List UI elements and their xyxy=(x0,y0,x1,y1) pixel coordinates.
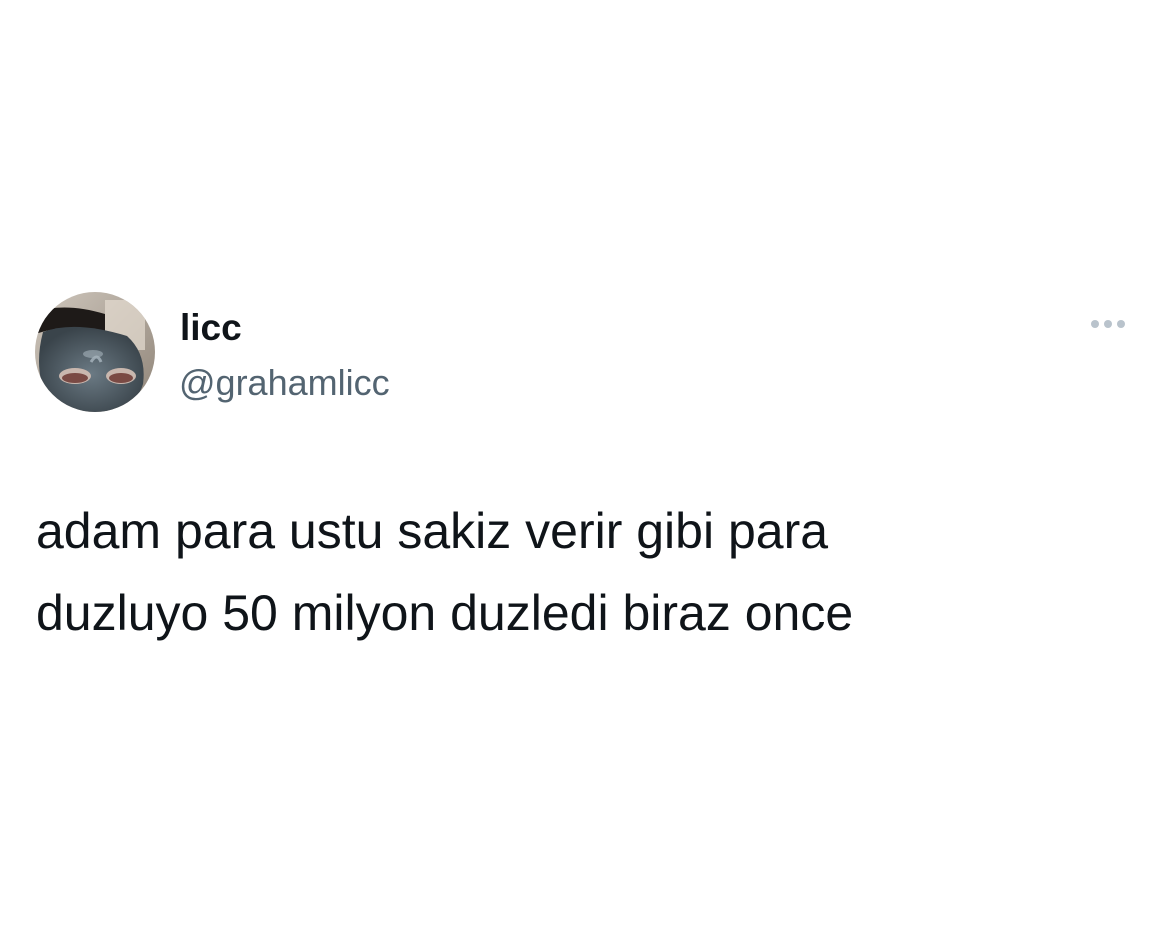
profile-photo-icon xyxy=(35,292,155,412)
more-horizontal-icon xyxy=(1117,320,1125,328)
more-options-button[interactable] xyxy=(1082,308,1134,340)
more-horizontal-icon xyxy=(1104,320,1112,328)
display-name[interactable]: licc xyxy=(180,306,242,350)
more-horizontal-icon xyxy=(1091,320,1099,328)
avatar[interactable] xyxy=(35,292,155,412)
tweet-text: adam para ustu sakiz verir gibi para duz… xyxy=(36,503,854,641)
user-handle[interactable]: @grahamlicc xyxy=(179,361,390,405)
tweet-card: licc @grahamlicc adam para ustu sakiz ve… xyxy=(0,0,1170,936)
